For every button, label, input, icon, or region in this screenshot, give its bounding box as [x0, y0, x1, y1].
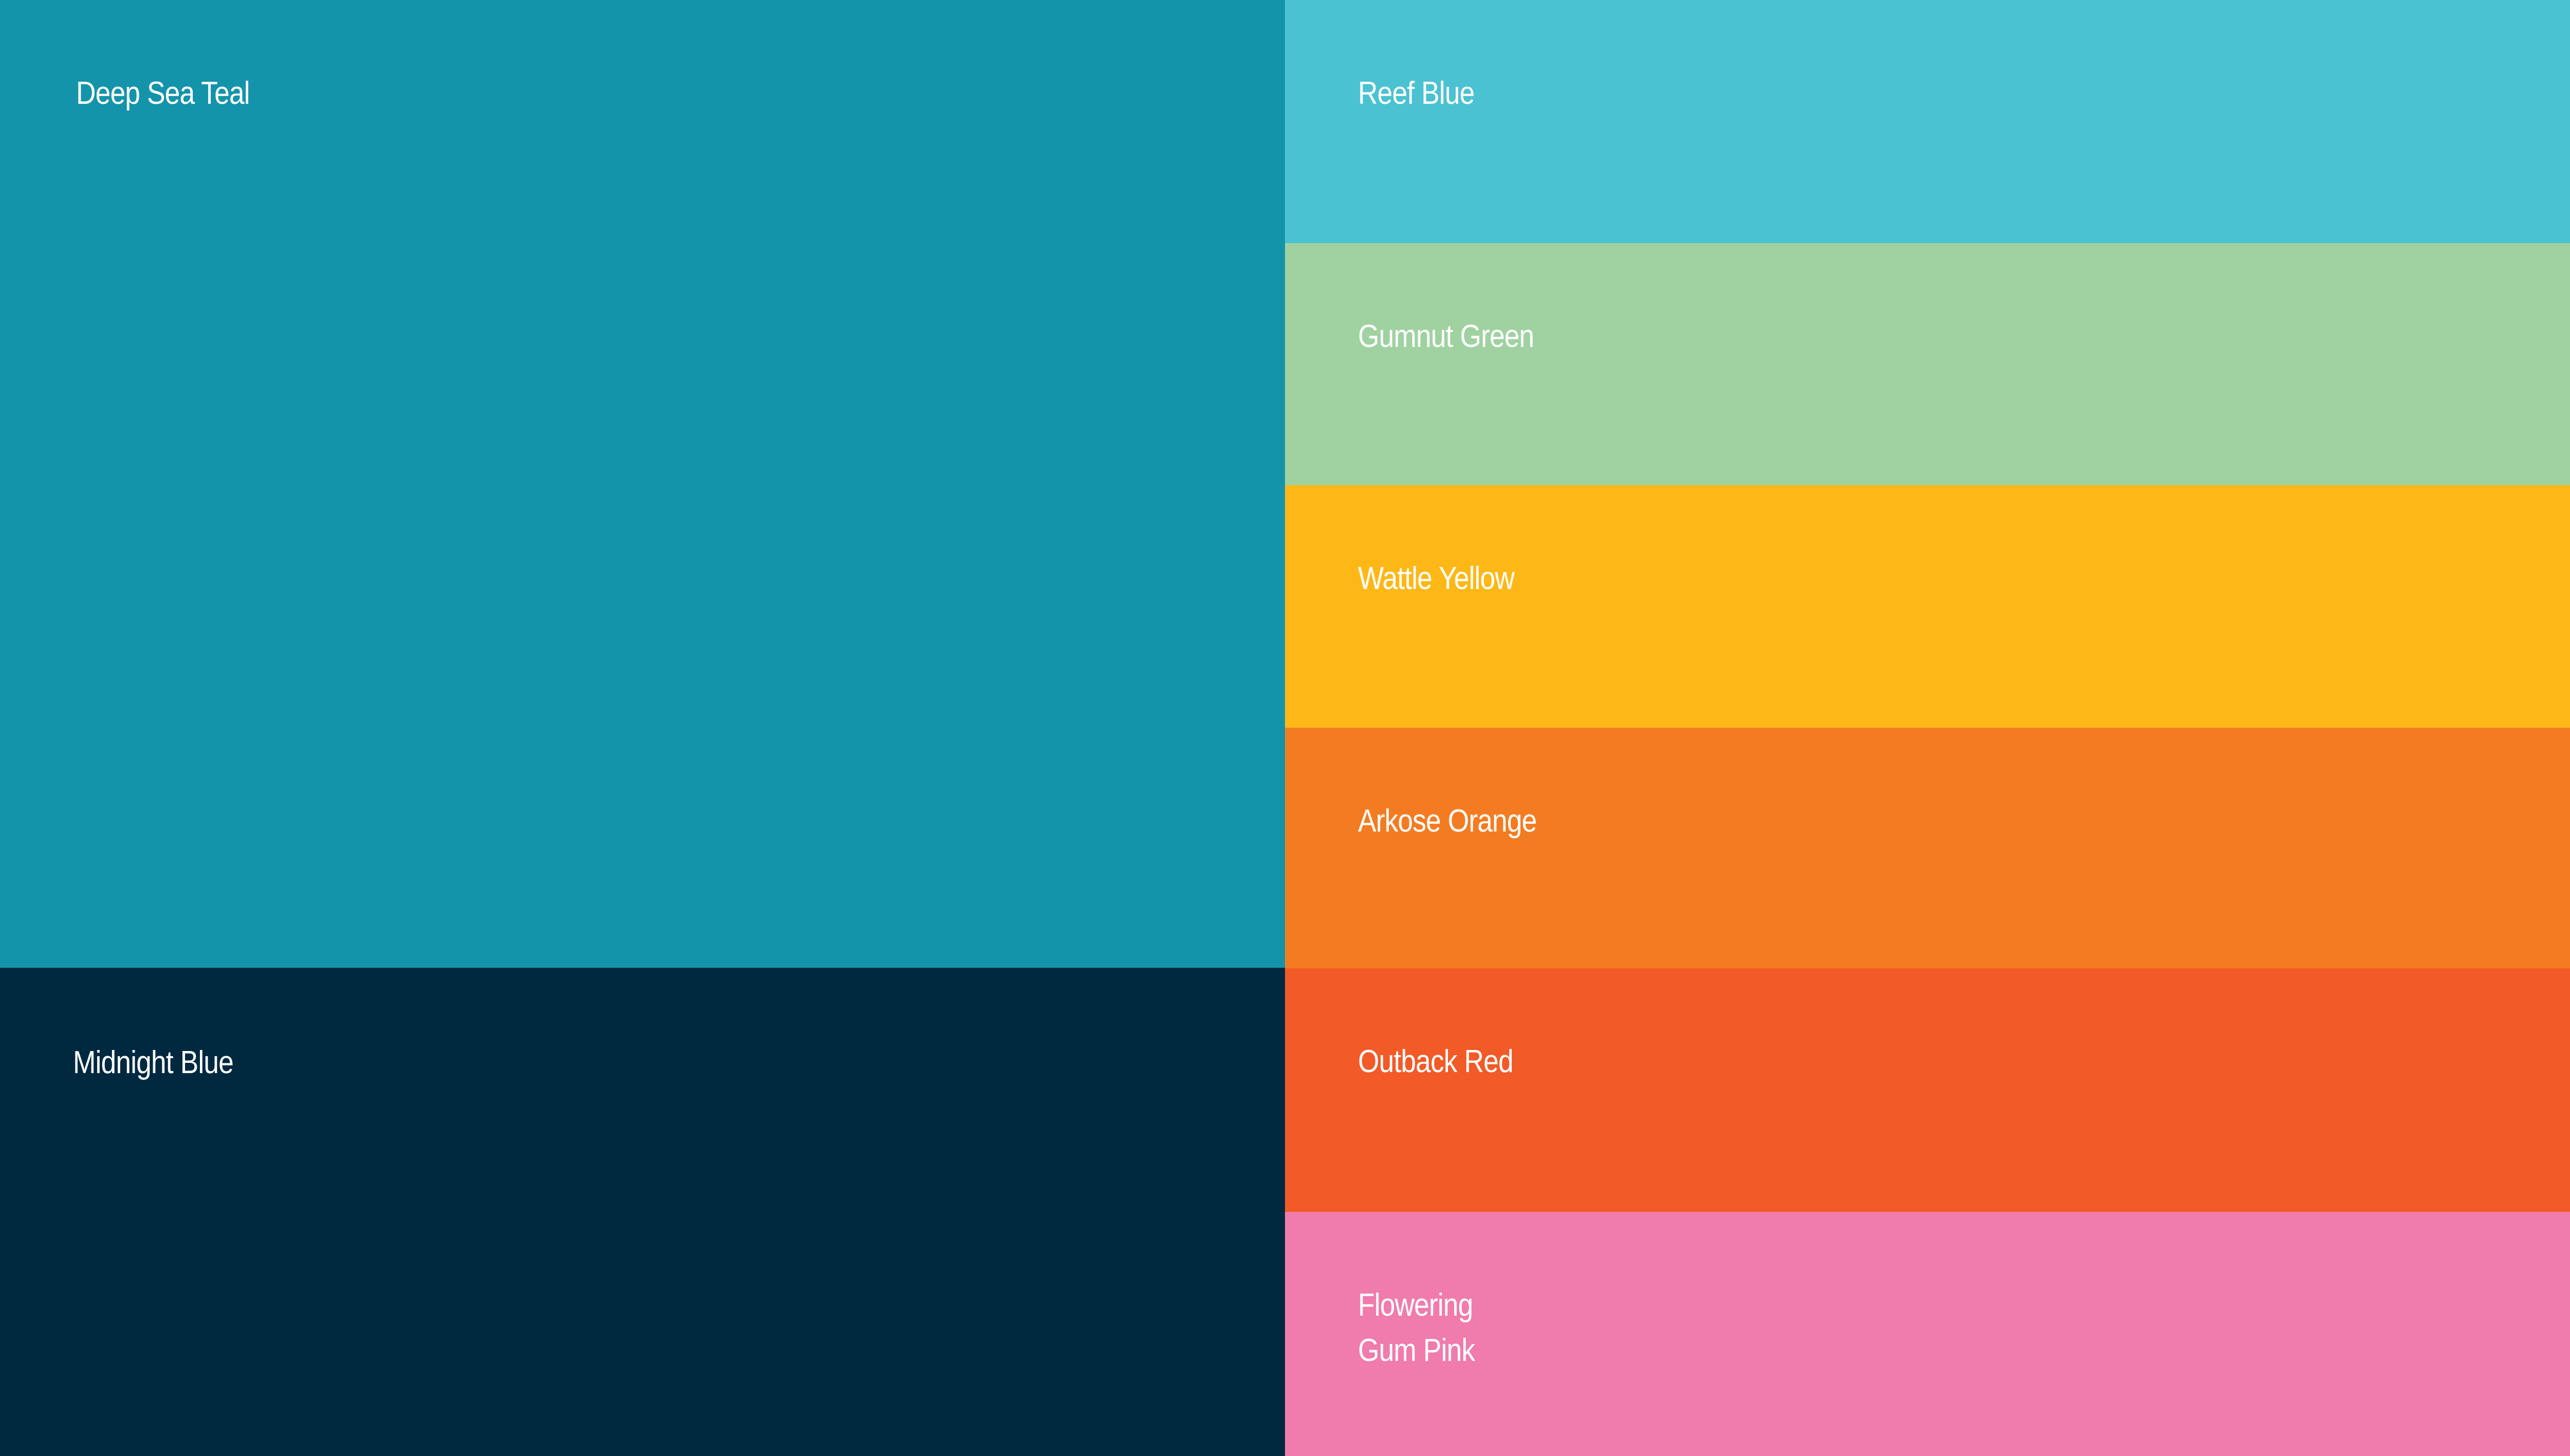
swatch-label: Gumnut Green: [1358, 319, 1534, 354]
swatch-label: Reef Blue: [1358, 76, 1475, 111]
swatch-label-line: Flowering: [1358, 1287, 1473, 1323]
color-palette: Deep Sea Teal Midnight Blue Reef Blue Gu…: [0, 0, 2570, 1456]
swatch-reef-blue: Reef Blue: [1285, 0, 2570, 243]
swatch-label: Arkose Orange: [1358, 803, 1537, 839]
swatch-deep-sea-teal: Deep Sea Teal: [0, 0, 1285, 968]
swatch-midnight-blue: Midnight Blue: [0, 968, 1285, 1456]
swatch-arkose-orange: Arkose Orange: [1285, 728, 2570, 968]
swatch-label: Deep Sea Teal: [76, 76, 250, 111]
swatch-label: Flowering Gum Pink: [1358, 1283, 1475, 1373]
swatch-label-line: Gum Pink: [1358, 1333, 1475, 1368]
swatch-label: Midnight Blue: [73, 1045, 234, 1080]
swatch-outback-red: Outback Red: [1285, 968, 2570, 1212]
swatch-gumnut-green: Gumnut Green: [1285, 243, 2570, 485]
swatch-label: Wattle Yellow: [1358, 561, 1515, 596]
swatch-flowering-gum-pink: Flowering Gum Pink: [1285, 1212, 2570, 1456]
swatch-wattle-yellow: Wattle Yellow: [1285, 485, 2570, 728]
swatch-label: Outback Red: [1358, 1044, 1514, 1079]
